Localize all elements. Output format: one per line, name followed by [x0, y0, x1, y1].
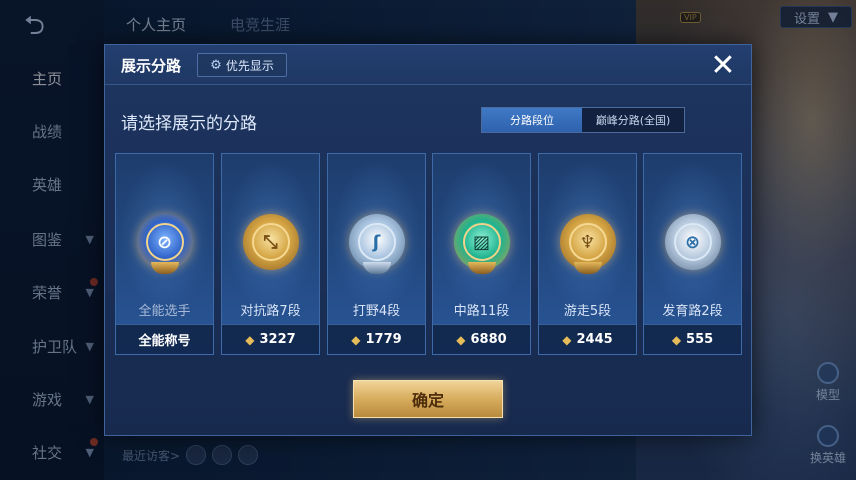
card-lane-name: 打野4段 [352, 304, 401, 319]
power-icon: ◆ [562, 332, 572, 347]
tab-lane-rank[interactable]: 分路段位 [482, 108, 582, 132]
dialog-prompt: 请选择展示的分路 [121, 114, 257, 134]
confirm-button[interactable]: 确定 [353, 380, 503, 418]
priority-display-label: 优先显示 [225, 58, 274, 73]
card-footer: ◆ 3227 [222, 324, 319, 354]
card-lane-name: 中路11段 [453, 304, 510, 319]
card-lane-name: 发育路2段 [662, 304, 723, 319]
card-lane-name: 游走5段 [563, 304, 612, 319]
lane-card-mid[interactable]: ▨ 中路11段 ◆ 6880 [432, 153, 531, 355]
card-footer: ◆ 1779 [328, 324, 425, 354]
priority-display-button[interactable]: ⚙ 优先显示 [197, 53, 287, 77]
card-footer: ◆ 555 [644, 324, 741, 354]
card-footer: 全能称号 [116, 324, 213, 354]
power-icon: ◆ [456, 332, 466, 347]
gear-icon: ⚙ [210, 57, 222, 73]
close-icon[interactable]: ✕ [705, 49, 741, 85]
lane-card-roam[interactable]: ♆ 游走5段 ◆ 2445 [538, 153, 637, 355]
card-lane-name: 全能选手 [138, 304, 191, 319]
dialog-header: 展示分路 ⚙ 优先显示 ✕ [105, 45, 751, 85]
card-footer-value: 3227 [259, 332, 296, 347]
card-footer-value: 2445 [576, 332, 613, 347]
clash-lane-emblem-icon: ⤡ [242, 214, 299, 270]
card-footer-value: 1779 [365, 332, 402, 347]
lane-card-jungle[interactable]: ʃ 打野4段 ◆ 1779 [327, 153, 426, 355]
lane-rank-toggle: 分路段位 巅峰分路(全国) [481, 107, 685, 133]
power-icon: ◆ [351, 332, 361, 347]
lane-card-clash[interactable]: ⤡ 对抗路7段 ◆ 3227 [221, 153, 320, 355]
lane-card-all-round[interactable]: ⊘ 全能选手 全能称号 [115, 153, 214, 355]
power-icon: ◆ [245, 332, 255, 347]
lane-card-farm[interactable]: ⊗ 发育路2段 ◆ 555 [643, 153, 742, 355]
dialog-title: 展示分路 [121, 57, 182, 75]
card-footer-value: 6880 [470, 332, 507, 347]
power-icon: ◆ [671, 332, 682, 347]
lane-display-dialog: 展示分路 ⚙ 优先显示 ✕ 请选择展示的分路 分路段位 巅峰分路(全国) ⊘ 全… [104, 44, 752, 436]
farm-lane-emblem-icon: ⊗ [664, 214, 721, 270]
card-footer-value: 全能称号 [138, 334, 191, 349]
card-footer-value: 555 [686, 332, 714, 347]
card-lane-name: 对抗路7段 [240, 304, 301, 319]
card-footer: ◆ 2445 [539, 324, 636, 354]
card-footer: ◆ 6880 [433, 324, 530, 354]
tab-peak-lane-national[interactable]: 巅峰分路(全国) [582, 108, 684, 132]
